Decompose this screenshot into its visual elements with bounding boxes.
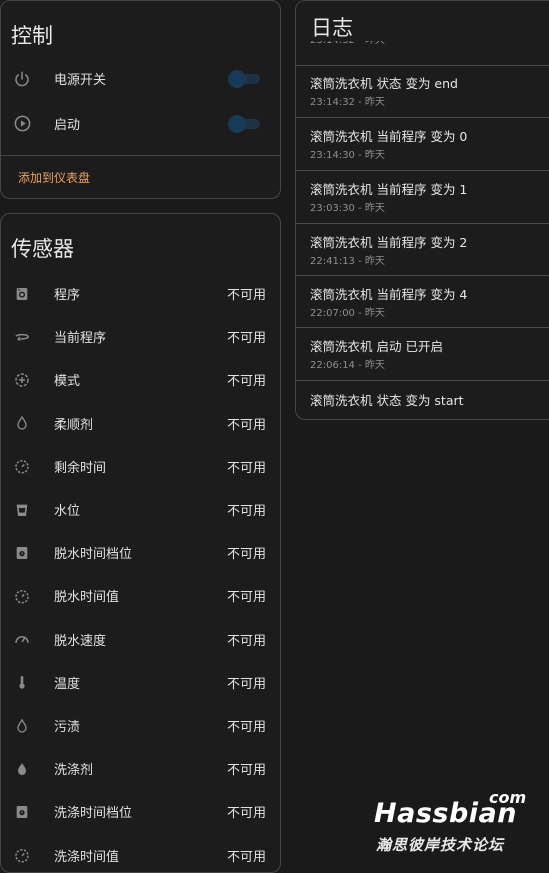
logbook-entry-message: 滚筒洗衣机 启动 已开启 xyxy=(310,339,443,354)
bucket-icon xyxy=(12,500,32,520)
logbook-entry[interactable]: 滚筒洗衣机 状态 变为 end 23:14:32 - 昨天 xyxy=(296,65,549,118)
dial-icon xyxy=(12,370,32,390)
sensor-label: 洗涤时间值 xyxy=(54,849,120,865)
logbook-entry-time: 23:14:32 - 昨天 xyxy=(310,97,385,108)
sensor-label: 洗涤时间档位 xyxy=(54,806,133,822)
play-circle-icon xyxy=(12,114,32,134)
sensor-label: 模式 xyxy=(54,374,81,390)
logbook-entry[interactable]: 滚筒洗衣机 当前程序 变为 1 23:03:30 - 昨天 xyxy=(296,171,549,224)
sensor-state: 不可用 xyxy=(226,547,266,563)
timer-icon xyxy=(12,845,32,865)
logbook-entry-message: 滚筒洗衣机 当前程序 变为 2 xyxy=(310,235,468,250)
sensor-state: 不可用 xyxy=(226,417,266,433)
sensor-row[interactable]: 洗涤时间档位 不可用 xyxy=(1,790,280,833)
sensor-row[interactable]: 柔顺剂 不可用 xyxy=(1,402,280,445)
timer-icon xyxy=(12,586,32,606)
thermometer-icon xyxy=(12,672,32,692)
sensor-label: 污渍 xyxy=(54,720,81,735)
control-row-start[interactable]: 启动 xyxy=(1,102,280,145)
sensor-state: 不可用 xyxy=(226,763,266,779)
sensor-label: 脱水时间值 xyxy=(54,590,120,606)
sensor-state: 不可用 xyxy=(226,374,266,390)
hassbian-watermark-logo: com Hassbian 瀚思彼岸技术论坛 xyxy=(372,788,532,858)
sensor-row[interactable]: 脱水时间档位 不可用 xyxy=(1,531,280,574)
watermark-sub: 瀚思彼岸技术论坛 xyxy=(376,836,505,854)
sensor-state: 不可用 xyxy=(226,331,266,347)
logbook-entry[interactable]: 滚筒洗衣机 状态 变为 start xyxy=(296,381,549,419)
sensor-label: 水位 xyxy=(54,504,81,519)
water-outline-icon xyxy=(12,716,32,736)
logbook-entry-time: 22:07:00 - 昨天 xyxy=(310,308,385,319)
sensor-row[interactable]: 剩余时间 不可用 xyxy=(1,445,280,488)
washing-machine-icon xyxy=(12,284,32,304)
sensor-state: 不可用 xyxy=(226,849,266,865)
sensor-row[interactable]: 当前程序 不可用 xyxy=(1,315,280,358)
logbook-title: 日志 xyxy=(311,16,353,40)
power-icon xyxy=(12,69,32,89)
logbook-header: 日志 23:14:32 - 昨天 xyxy=(296,1,549,49)
timer-box-icon xyxy=(12,802,32,822)
sensor-label: 程序 xyxy=(54,288,81,303)
control-card-title: 控制 xyxy=(11,24,53,48)
sensor-label: 当前程序 xyxy=(54,331,107,347)
logbook-entry-message: 滚筒洗衣机 状态 变为 end xyxy=(310,76,458,91)
sensor-row[interactable]: 程序 不可用 xyxy=(1,272,280,315)
control-card: 控制 电源开关 启动 添加到仪表盘 xyxy=(0,0,281,199)
sensor-state: 不可用 xyxy=(226,720,266,735)
control-row-power[interactable]: 电源开关 xyxy=(1,57,280,100)
logbook-entry[interactable]: 滚筒洗衣机 当前程序 变为 0 23:14:30 - 昨天 xyxy=(296,118,549,171)
sensor-state: 不可用 xyxy=(226,590,266,606)
power-toggle[interactable] xyxy=(228,69,260,88)
logbook-entry-message: 滚筒洗衣机 当前程序 变为 0 xyxy=(310,129,468,144)
sensor-state: 不可用 xyxy=(226,460,266,476)
logbook-entry[interactable]: 滚筒洗衣机 当前程序 变为 2 22:41:13 - 昨天 xyxy=(296,224,549,276)
sensor-card: 传感器 程序 不可用 当前程序 不可用 模式 不可用 柔顺剂 不可用 剩余时间 不可用 水位 不可用脱… xyxy=(0,213,281,873)
add-to-dashboard-button[interactable]: 添加到仪表盘 xyxy=(18,169,90,186)
sensor-label: 脱水时间档位 xyxy=(54,547,133,563)
sensor-row[interactable]: 洗涤时间值 不可用 xyxy=(1,834,280,872)
sensor-row[interactable]: 污渍 不可用 xyxy=(1,704,280,747)
sensor-row[interactable]: 温度 不可用 xyxy=(1,661,280,704)
sensor-label: 温度 xyxy=(54,676,81,692)
logbook-card: 滚筒洗衣机 状态 变为 end 23:14:32 - 昨天滚筒洗衣机 当前程序 变… xyxy=(295,0,549,420)
sensor-row[interactable]: 模式 不可用 xyxy=(1,358,280,401)
sensor-card-title: 传感器 xyxy=(11,237,74,261)
logbook-entry-time: 23:03:30 - 昨天 xyxy=(310,203,385,214)
speedometer-icon xyxy=(12,629,32,649)
logbook-entry-time: 22:41:13 - 昨天 xyxy=(310,256,385,267)
logbook-entry[interactable]: 滚筒洗衣机 启动 已开启 22:06:14 - 昨天 xyxy=(296,328,549,381)
partial-entry-time: 23:14:32 - 昨天 xyxy=(310,41,385,49)
sensor-label: 剩余时间 xyxy=(54,460,107,476)
control-divider xyxy=(1,155,280,156)
sensor-row[interactable]: 洗涤剂 不可用 xyxy=(1,747,280,790)
start-toggle[interactable] xyxy=(228,114,260,133)
sensor-state: 不可用 xyxy=(226,633,266,649)
sensor-row[interactable]: 脱水时间值 不可用 xyxy=(1,574,280,617)
logbook-entry-message: 滚筒洗衣机 状态 变为 start xyxy=(310,393,464,408)
sensor-state: 不可用 xyxy=(226,806,266,822)
control-label-start: 启动 xyxy=(54,118,81,133)
sensor-label: 脱水速度 xyxy=(54,633,107,649)
logbook-entry-message: 滚筒洗衣机 当前程序 变为 4 xyxy=(310,287,468,302)
timer-box-icon xyxy=(12,543,32,563)
water-outline-icon xyxy=(12,413,32,433)
water-icon xyxy=(12,759,32,779)
logbook-entry[interactable]: 滚筒洗衣机 当前程序 变为 4 22:07:00 - 昨天 xyxy=(296,276,549,328)
logbook-entry-time: 22:06:14 - 昨天 xyxy=(310,360,385,371)
sensor-row[interactable]: 水位 不可用 xyxy=(1,488,280,531)
sensor-state: 不可用 xyxy=(226,504,266,519)
sensor-label: 柔顺剂 xyxy=(54,417,94,433)
logbook-entry-message: 滚筒洗衣机 当前程序 变为 1 xyxy=(310,182,468,197)
arrow-cycle-icon xyxy=(12,327,32,347)
watermark-main: Hassbian xyxy=(374,798,517,829)
sensor-row[interactable]: 脱水速度 不可用 xyxy=(1,618,280,661)
control-label-power: 电源开关 xyxy=(54,73,107,88)
sensor-state: 不可用 xyxy=(226,288,266,303)
sensor-label: 洗涤剂 xyxy=(54,763,94,779)
logbook-top-divider xyxy=(296,65,549,66)
timer-icon xyxy=(12,456,32,476)
logbook-entry-time: 23:14:30 - 昨天 xyxy=(310,150,385,161)
sensor-state: 不可用 xyxy=(226,676,266,692)
